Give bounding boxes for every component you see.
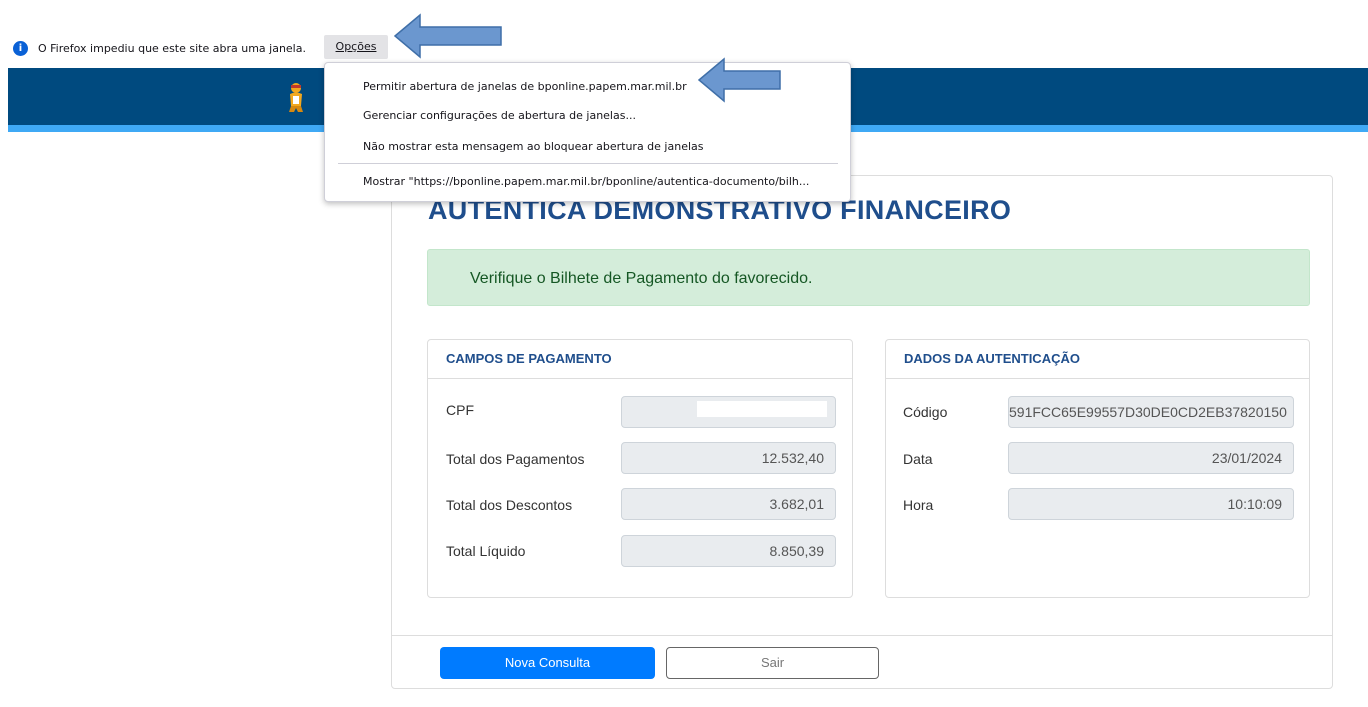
- exit-button[interactable]: Sair: [666, 647, 879, 679]
- site-logo-icon: [289, 83, 303, 112]
- menu-item-dont-show-message[interactable]: Não mostrar esta mensagem ao bloquear ab…: [363, 140, 704, 153]
- total-discounts-label: Total dos Descontos: [446, 497, 573, 513]
- success-alert: Verifique o Bilhete de Pagamento do favo…: [427, 249, 1310, 306]
- code-label: Código: [903, 404, 948, 420]
- menu-item-allow-popups[interactable]: Permitir abertura de janelas de bponline…: [363, 80, 687, 93]
- total-payments-field[interactable]: 12.532,40: [621, 442, 836, 474]
- date-label: Data: [903, 451, 933, 467]
- authentication-data-panel: DADOS DA AUTENTICAÇÃO Código 591FCC65E99…: [885, 339, 1310, 598]
- new-query-button[interactable]: Nova Consulta: [440, 647, 655, 679]
- menu-item-manage-popup-settings[interactable]: Gerenciar configurações de abertura de j…: [363, 109, 636, 122]
- total-discounts-field[interactable]: 3.682,01: [621, 488, 836, 520]
- panel-header: CAMPOS DE PAGAMENTO: [428, 340, 852, 379]
- info-icon: i: [13, 41, 28, 56]
- annotation-arrow-icon: [698, 57, 781, 103]
- options-button-label: Opções: [335, 40, 377, 53]
- cpf-field[interactable]: [621, 396, 836, 428]
- panel-header: DADOS DA AUTENTICAÇÃO: [886, 340, 1309, 379]
- card-footer-divider: [392, 635, 1332, 636]
- net-total-label: Total Líquido: [446, 543, 526, 559]
- payment-fields-panel: CAMPOS DE PAGAMENTO CPF Total dos Pagame…: [427, 339, 853, 598]
- options-button[interactable]: Opções: [324, 35, 388, 59]
- panel-title: CAMPOS DE PAGAMENTO: [446, 351, 612, 366]
- total-payments-label: Total dos Pagamentos: [446, 451, 585, 467]
- cpf-label: CPF: [446, 402, 474, 418]
- alert-message: Verifique o Bilhete de Pagamento do favo…: [470, 270, 813, 287]
- panel-title: DADOS DA AUTENTICAÇÃO: [904, 351, 1080, 366]
- net-total-field[interactable]: 8.850,39: [621, 535, 836, 567]
- time-label: Hora: [903, 497, 934, 513]
- date-field[interactable]: 23/01/2024: [1008, 442, 1294, 474]
- annotation-arrow-icon: [394, 13, 502, 59]
- time-field[interactable]: 10:10:09: [1008, 488, 1294, 520]
- code-field[interactable]: 591FCC65E99557D30DE0CD2EB37820150: [1008, 396, 1294, 428]
- cpf-redaction: [697, 401, 827, 417]
- menu-item-show-blocked-popup[interactable]: Mostrar "https://bponline.papem.mar.mil.…: [363, 175, 809, 188]
- popup-blocked-message: O Firefox impediu que este site abra uma…: [38, 42, 306, 55]
- menu-separator: [338, 163, 838, 164]
